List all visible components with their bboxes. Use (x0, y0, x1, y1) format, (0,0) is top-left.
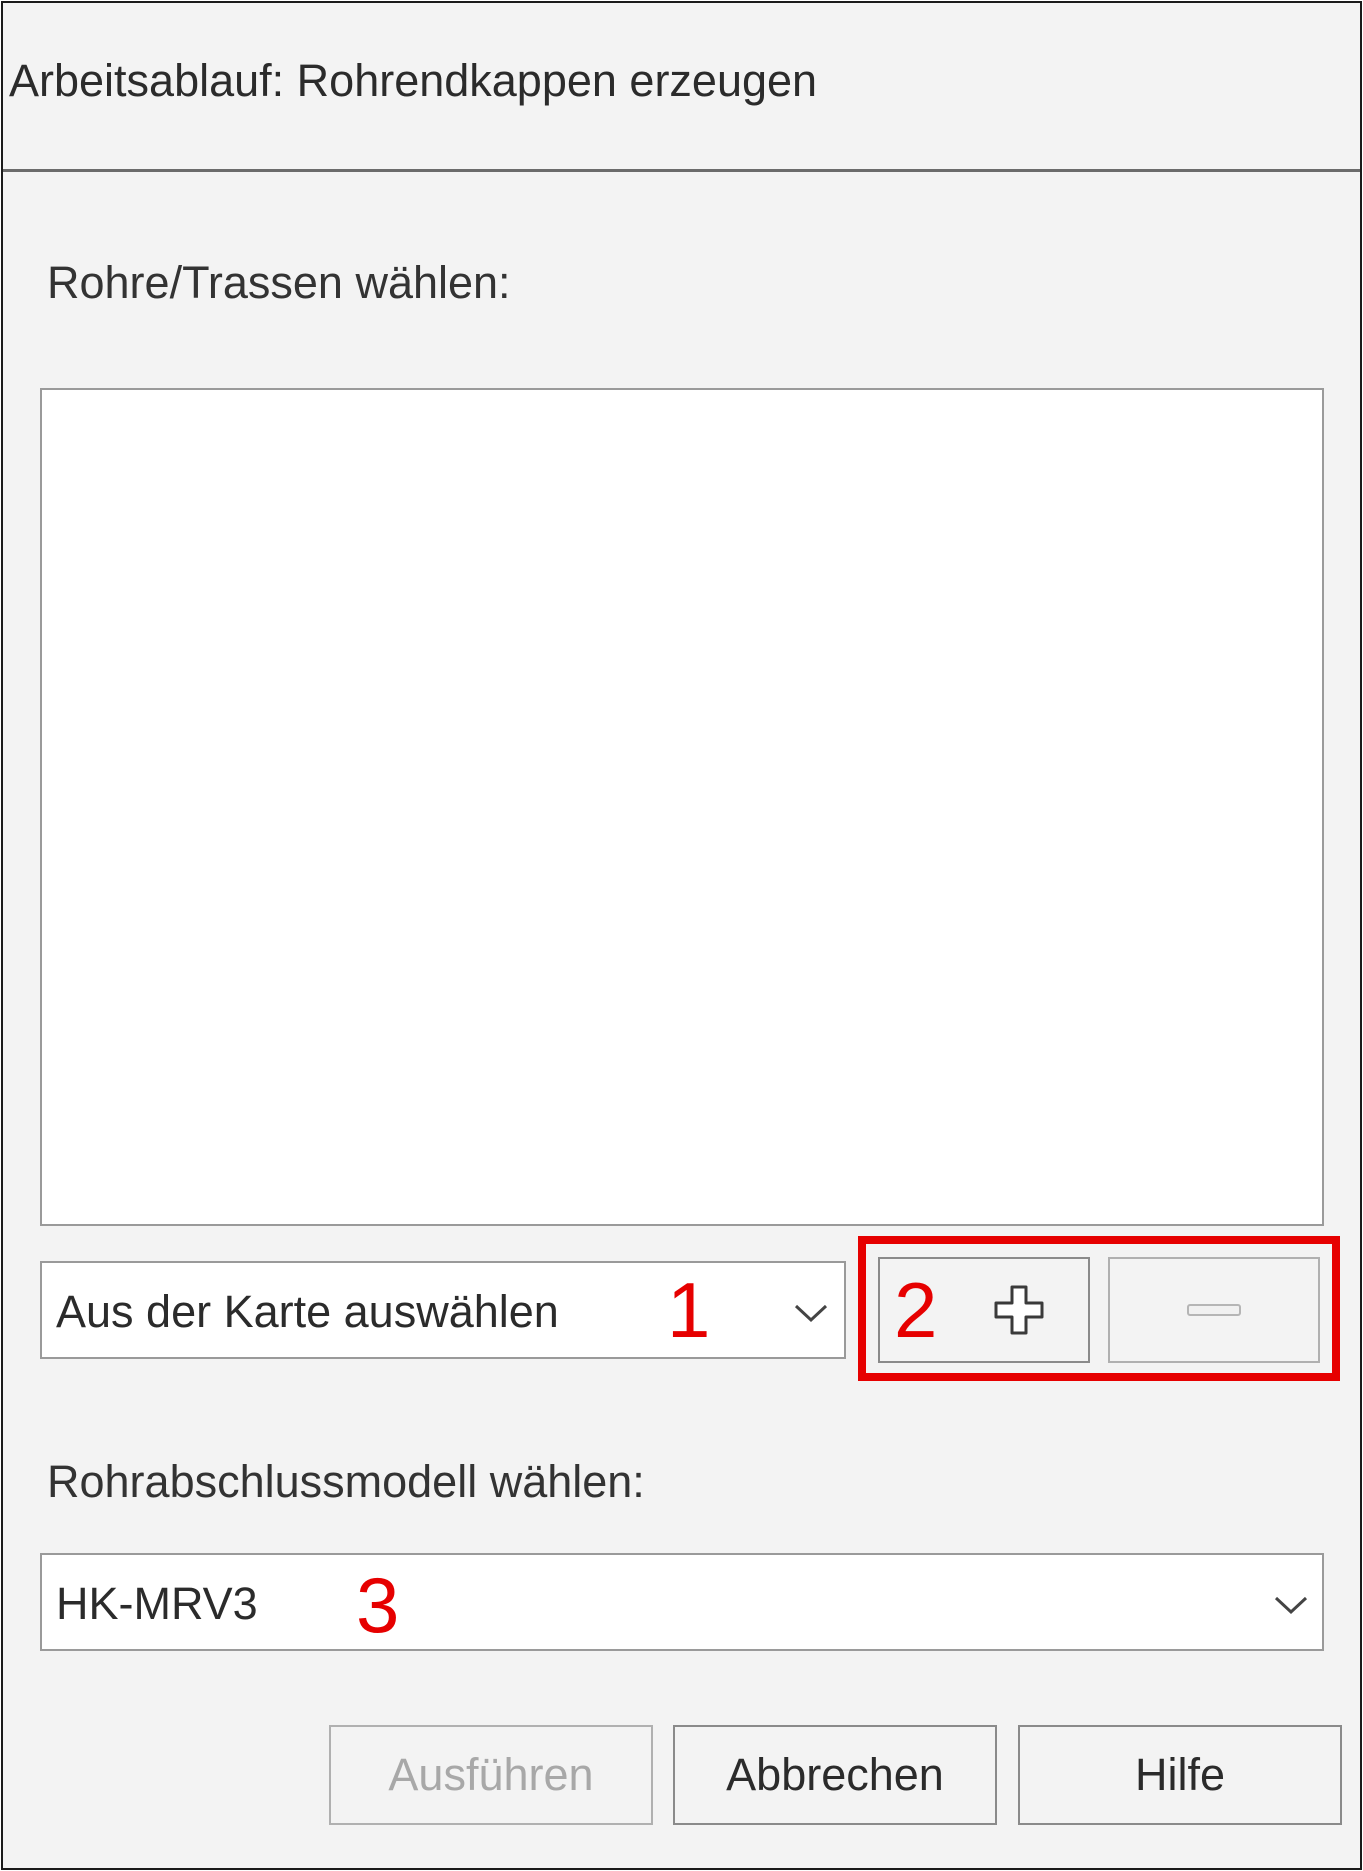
selection-source-dropdown[interactable]: Aus der Karte auswählen (40, 1261, 846, 1359)
annotation-highlight-box (858, 1236, 1340, 1381)
dialog-window: Arbeitsablauf: Rohrendkappen erzeugen Ro… (1, 1, 1362, 1870)
dialog-titlebar: Arbeitsablauf: Rohrendkappen erzeugen (3, 3, 1360, 172)
chevron-down-icon (794, 1304, 828, 1323)
callout-marker-3: 3 (356, 1561, 400, 1649)
cancel-button[interactable]: Abbrechen (673, 1725, 997, 1825)
dialog-title: Arbeitsablauf: Rohrendkappen erzeugen (9, 55, 818, 106)
model-value: HK-MRV3 (56, 1578, 258, 1629)
model-dropdown[interactable]: HK-MRV3 (40, 1553, 1324, 1651)
help-button[interactable]: Hilfe (1018, 1725, 1342, 1825)
selection-source-value: Aus der Karte auswählen (56, 1286, 559, 1337)
chevron-down-icon (1274, 1596, 1308, 1615)
pipes-listbox[interactable] (40, 388, 1324, 1226)
run-button[interactable]: Ausführen (329, 1725, 653, 1825)
callout-marker-1: 1 (667, 1266, 711, 1354)
model-label: Rohrabschlussmodell wählen: (47, 1456, 645, 1507)
pipes-label: Rohre/Trassen wählen: (47, 257, 511, 308)
